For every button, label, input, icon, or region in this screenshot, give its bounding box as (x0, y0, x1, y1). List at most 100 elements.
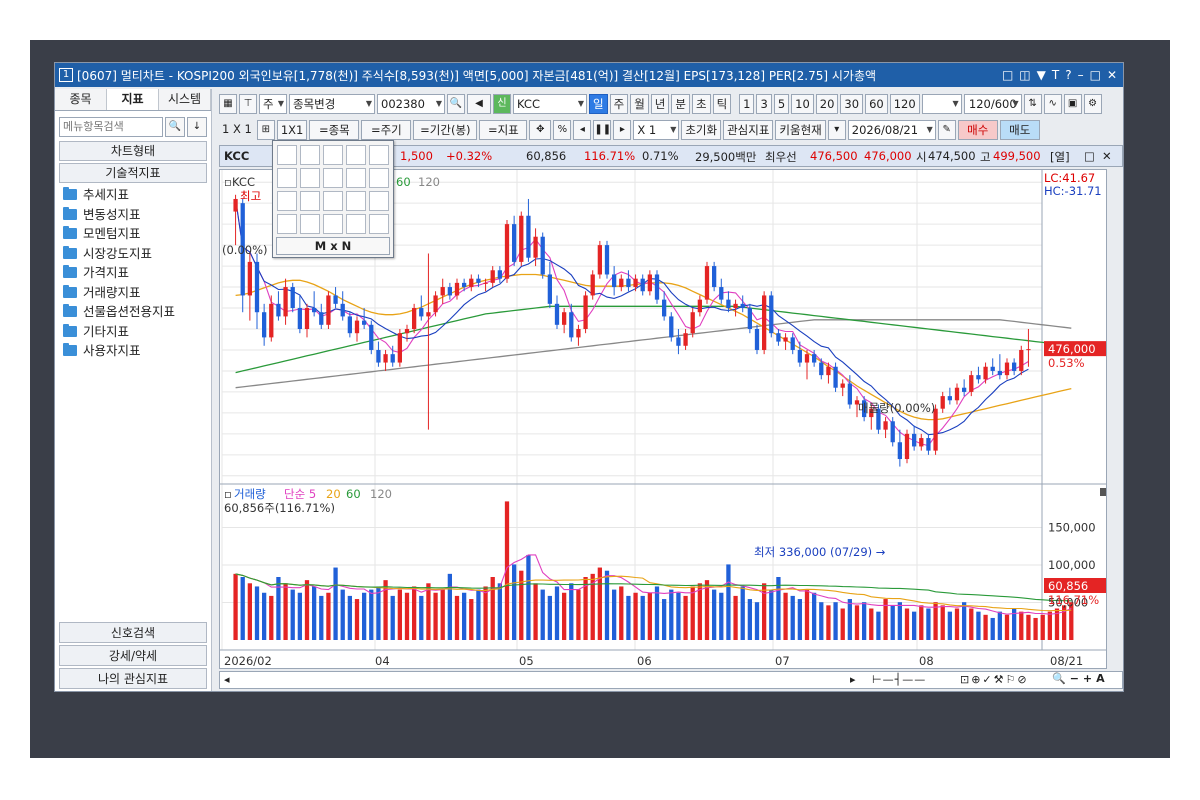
kiwoom-current-button[interactable]: 키움현재 (775, 120, 826, 140)
interval-60[interactable]: 60 (865, 94, 888, 114)
sync-period-button[interactable]: =주기 (361, 120, 412, 140)
zoom-select[interactable]: X 1 (633, 120, 680, 140)
scroll-right-icon[interactable]: ▸ (850, 673, 856, 686)
search-icon[interactable]: 🔍 (165, 117, 185, 137)
period-week[interactable]: 주 (609, 94, 629, 114)
font-icon[interactable]: T (1052, 68, 1059, 82)
change-stock-select[interactable]: 종목변경 (289, 94, 375, 114)
tree-item[interactable]: 선물옵션전용지표 (63, 302, 211, 322)
close-icon[interactable]: ✕ (1107, 68, 1117, 82)
zoom-slider[interactable]: ⊢—┤—— (872, 673, 926, 686)
grid-cell[interactable] (369, 168, 389, 188)
layout-1x1-button[interactable]: 1X1 (276, 120, 308, 140)
chart-icon[interactable]: ▦ (219, 94, 237, 114)
interval-20[interactable]: 20 (815, 94, 839, 114)
reset-button[interactable]: 초기화 (681, 120, 722, 140)
pause-icon[interactable]: ❚❚ (593, 120, 612, 140)
grid-cell[interactable] (300, 214, 320, 234)
interval-120[interactable]: 120 (889, 94, 920, 114)
sync-range-button[interactable]: =기간(봉) (413, 120, 478, 140)
line-tool-icon[interactable]: ∿ (1043, 94, 1062, 114)
tab-stock[interactable]: 종목 (55, 89, 107, 110)
tech-indicator-header[interactable]: 기술적지표 (59, 163, 207, 183)
close-icon[interactable]: ✕ (1102, 149, 1112, 163)
dropdown-icon[interactable]: ▾ (827, 120, 846, 140)
favorite-indicator-button[interactable]: 관심지표 (723, 120, 774, 140)
strength-button[interactable]: 강세/약세 (59, 645, 207, 666)
draw-icon[interactable]: ✎ (937, 120, 956, 140)
grid-cell[interactable] (323, 168, 343, 188)
period-second[interactable]: 초 (691, 94, 711, 114)
sound-icon[interactable]: ◀ (467, 94, 491, 114)
interval-select[interactable] (921, 94, 962, 114)
grid-cell[interactable] (323, 145, 343, 165)
grid-cell[interactable] (300, 145, 320, 165)
grid-cell[interactable] (369, 214, 389, 234)
tree-item[interactable]: 추세지표 (63, 185, 211, 205)
tree-item[interactable]: 거래량지표 (63, 283, 211, 303)
grid-cell[interactable] (277, 145, 297, 165)
tree-item[interactable]: 변동성지표 (63, 205, 211, 225)
stock-code-input[interactable]: 002380 (377, 94, 445, 114)
interval-3[interactable]: 3 (756, 94, 772, 114)
grid-cell[interactable] (369, 145, 389, 165)
grid-cell[interactable] (346, 214, 366, 234)
tool-icon[interactable]: ⊤ (239, 94, 257, 114)
period-minute[interactable]: 분 (671, 94, 690, 114)
window-box-icon[interactable]: □ (1084, 149, 1095, 163)
signal-search-button[interactable]: 신호검색 (59, 622, 207, 643)
grid-cell[interactable] (323, 214, 343, 234)
minimize-icon[interactable]: – (1078, 68, 1084, 82)
pin-icon[interactable]: ▼ (1037, 68, 1046, 82)
grid-cell[interactable] (300, 191, 320, 211)
sell-button[interactable]: 매도 (999, 120, 1040, 140)
new-icon[interactable]: 신 (493, 94, 511, 114)
grid-cell[interactable] (300, 168, 320, 188)
grid-cell[interactable] (369, 191, 389, 211)
period-day[interactable]: 일 (589, 94, 608, 114)
column-toggle[interactable]: [열] (1050, 149, 1070, 165)
percent-icon[interactable]: % (553, 120, 572, 140)
buy-button[interactable]: 매수 (957, 120, 998, 140)
interval-30[interactable]: 30 (840, 94, 864, 114)
compare-icon[interactable]: ⇅ (1023, 94, 1042, 114)
period-year[interactable]: 년 (650, 94, 670, 114)
scroll-left-icon[interactable]: ◂ (224, 673, 230, 686)
sync-stock-button[interactable]: =종목 (309, 120, 360, 140)
my-indicators-button[interactable]: 나의 관심지표 (59, 668, 207, 689)
tab-indicator[interactable]: 지표 (107, 89, 159, 110)
next-icon[interactable]: ▸ (613, 120, 632, 140)
tile-icon[interactable]: ◫ (1019, 68, 1030, 82)
help-icon[interactable]: ? (1065, 68, 1071, 82)
tree-item[interactable]: 시장강도지표 (63, 244, 211, 264)
restore-icon[interactable]: □ (1002, 68, 1013, 82)
grid-cell[interactable] (323, 191, 343, 211)
chart-scrollbar[interactable]: ◂ ▸ ⊢—┤—— ⊡⊕✓⚒⚐⊘ 🔍−+A (219, 671, 1123, 689)
grid-cell[interactable] (277, 191, 297, 211)
crosshair-icon[interactable]: ✥ (529, 120, 552, 140)
tab-system[interactable]: 시스템 (159, 89, 211, 110)
maximize-icon[interactable]: □ (1090, 68, 1101, 82)
tree-item[interactable]: 가격지표 (63, 263, 211, 283)
grid-cell[interactable] (346, 191, 366, 211)
tree-item[interactable]: 모멘텀지표 (63, 224, 211, 244)
layout-grid[interactable] (277, 145, 393, 234)
sync-indicator-button[interactable]: =지표 (479, 120, 528, 140)
tree-item[interactable]: 사용자지표 (63, 341, 211, 361)
interval-10[interactable]: 10 (791, 94, 814, 114)
grid-cell[interactable] (277, 214, 297, 234)
mxn-button[interactable]: M x N (276, 237, 390, 255)
menu-search-input[interactable]: 메뉴항목검색 (59, 117, 163, 137)
date-field[interactable]: 2026/08/21 (847, 120, 936, 140)
grid-icon[interactable]: ⊞ (256, 120, 275, 140)
type-select[interactable]: 주 (259, 94, 287, 114)
stock-name-field[interactable]: KCC (513, 94, 587, 114)
grid-cell[interactable] (346, 145, 366, 165)
interval-1[interactable]: 1 (739, 94, 755, 114)
grid-cell[interactable] (277, 168, 297, 188)
save-icon[interactable]: ▣ (1063, 94, 1082, 114)
down-arrow-icon[interactable]: ↓ (187, 117, 207, 137)
zoom-buttons[interactable]: 🔍−+A (1052, 672, 1109, 685)
period-month[interactable]: 월 (630, 94, 649, 114)
chart-type-header[interactable]: 차트형태 (59, 141, 207, 161)
